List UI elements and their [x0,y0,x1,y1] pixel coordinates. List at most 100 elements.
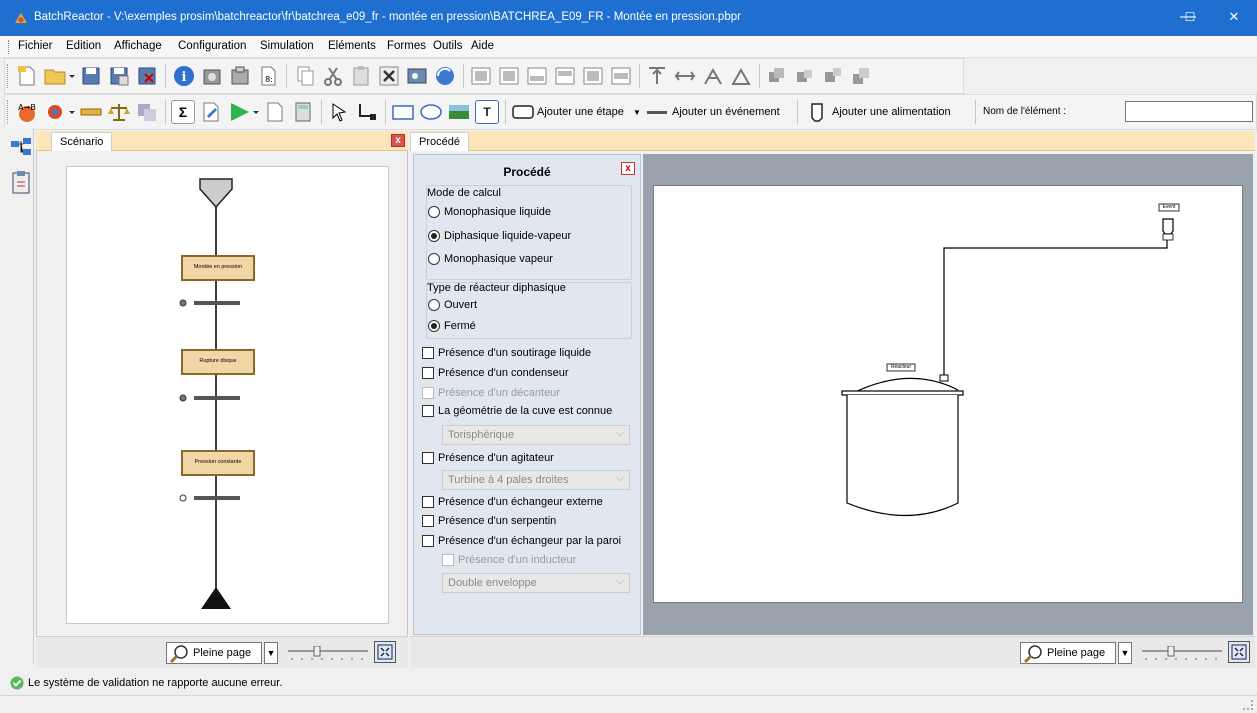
event-line-icon[interactable] [645,100,669,124]
close-button[interactable]: ✕ [1211,0,1257,36]
rectangle-tool-icon[interactable] [391,100,415,124]
connector-icon[interactable] [355,100,379,124]
close-scenario-icon[interactable]: x [391,134,405,147]
scenario-zoom-button[interactable]: Pleine page [166,642,262,664]
close-properties-icon[interactable]: x [621,162,635,175]
scenario-event-3[interactable] [179,494,240,502]
thermo-icon[interactable] [228,64,252,88]
checkbox-serpentin[interactable] [422,515,434,527]
pointer-icon[interactable] [327,100,351,124]
checkbox-echangeur-externe[interactable] [422,496,434,508]
align-left-icon[interactable] [673,64,697,88]
radio-diphasique[interactable] [428,230,440,242]
scenario-start-symbol[interactable] [199,178,233,209]
calculator-icon[interactable] [291,100,315,124]
send-backward-icon[interactable] [849,64,873,88]
add-event-button[interactable]: Ajouter un événement [672,106,780,118]
layout-4-icon[interactable] [553,64,577,88]
reaction-icon[interactable]: A→B [15,100,39,124]
checkbox-echangeur-paroi[interactable] [422,535,434,547]
tab-scenario[interactable]: Scénario [51,132,113,151]
new-file-icon[interactable] [15,64,39,88]
scenario-event-1[interactable] [179,299,240,307]
radio-ouvert[interactable] [428,299,440,311]
process-zoom-dropdown-icon[interactable]: ▼ [1118,642,1132,664]
info-icon[interactable]: i [172,64,196,88]
align-right-icon[interactable] [729,64,753,88]
resize-grip-icon[interactable] [1243,700,1253,710]
vent-feed[interactable] [1162,218,1174,241]
scenario-zoom-dropdown-icon[interactable]: ▼ [264,642,278,664]
feed-icon[interactable] [805,100,829,124]
add-step-dropdown-icon[interactable]: ▼ [633,108,641,117]
cut-icon[interactable] [321,64,345,88]
menu-simulation[interactable]: Simulation [260,40,314,52]
menu-edition[interactable]: Edition [66,40,101,52]
scenario-event-2[interactable] [179,394,240,402]
menu-formes[interactable]: Formes [387,40,426,52]
layout-3-icon[interactable] [525,64,549,88]
image-tool-icon[interactable] [447,100,471,124]
process-fit-icon[interactable] [1228,641,1250,663]
text-tool-button[interactable]: T [475,100,499,124]
layout-1-icon[interactable] [469,64,493,88]
open-folder-icon[interactable] [43,64,75,88]
ellipse-tool-icon[interactable] [419,100,443,124]
step-shape-icon[interactable] [511,100,535,124]
layout-2-icon[interactable] [497,64,521,88]
menu-outils[interactable]: Outils [433,40,462,52]
copy-icon[interactable] [293,64,317,88]
process-view-icon[interactable] [10,136,32,158]
add-step-button[interactable]: Ajouter une étape [537,106,624,118]
menu-configuration[interactable]: Configuration [178,40,246,52]
checkbox-geometrie[interactable] [422,405,434,417]
report-edit-icon[interactable] [199,100,223,124]
clipboard-icon[interactable] [11,170,31,194]
radio-monophasique-vapeur[interactable] [428,253,440,265]
picture-icon[interactable] [405,64,429,88]
phases-icon[interactable] [135,100,159,124]
scenario-zoom-slider[interactable] [288,646,368,660]
bring-front-icon[interactable] [765,64,789,88]
layout-5-icon[interactable] [581,64,605,88]
send-back-icon[interactable] [793,64,817,88]
checkbox-condenseur[interactable] [422,367,434,379]
refresh-globe-icon[interactable] [433,64,457,88]
align-center-icon[interactable] [701,64,725,88]
save-as-icon[interactable] [107,64,131,88]
radio-ferme[interactable] [428,320,440,332]
scenario-fit-icon[interactable] [374,641,396,663]
run-simulation-icon[interactable] [227,100,259,124]
document-number-icon[interactable]: 8: [256,64,280,88]
menu-fichier[interactable]: Fichier [18,40,53,52]
save-icon[interactable] [79,64,103,88]
maximize-button[interactable]: ☐ [1167,0,1213,36]
align-top-icon[interactable] [645,64,669,88]
compound-icon[interactable] [43,100,75,124]
radio-monophasique-liquide[interactable] [428,206,440,218]
menu-elements[interactable]: Eléments [328,40,376,52]
balance-icon[interactable] [107,100,131,124]
bring-forward-icon[interactable] [821,64,845,88]
tab-procede[interactable]: Procédé [410,132,469,151]
database-icon[interactable] [200,64,224,88]
checkbox-agitateur[interactable] [422,452,434,464]
layout-6-icon[interactable] [609,64,633,88]
paste-icon[interactable] [349,64,373,88]
scenario-end-symbol[interactable] [201,587,231,609]
menu-aide[interactable]: Aide [471,40,494,52]
process-zoom-button[interactable]: Pleine page [1020,642,1116,664]
results-report-icon[interactable] [263,100,287,124]
menu-affichage[interactable]: Affichage [114,40,162,52]
sigma-button[interactable]: Σ [171,100,195,124]
process-zoom-slider[interactable] [1142,646,1222,660]
checkbox-soutirage[interactable] [422,347,434,359]
add-feed-button[interactable]: Ajouter une alimentation [832,106,951,118]
element-name-input[interactable] [1125,101,1253,122]
scenario-canvas[interactable]: Montée en pression Rupture disque Pressi… [66,166,389,624]
process-diagram-canvas[interactable]: Réacteur Évent [653,185,1243,603]
save-close-icon[interactable] [135,64,159,88]
delete-icon[interactable] [377,64,401,88]
ruler-icon[interactable] [79,100,103,124]
reactor-vessel[interactable] [841,374,964,516]
